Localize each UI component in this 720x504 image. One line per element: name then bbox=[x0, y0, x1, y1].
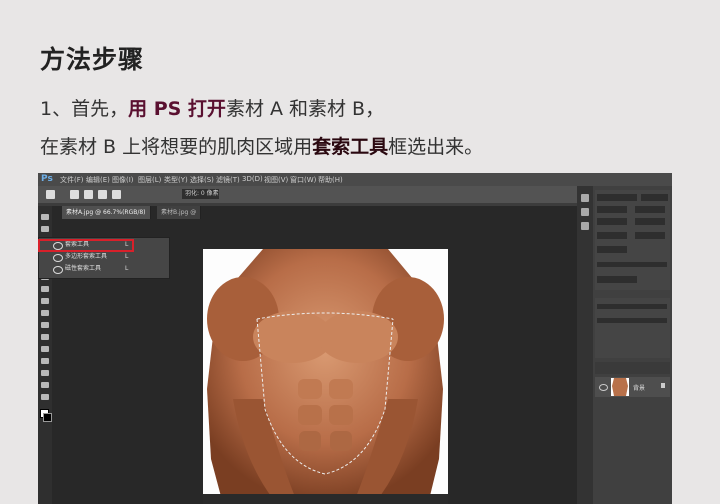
step-1-text: 1、首先，用 PS 打开素材 A 和素材 B， bbox=[40, 94, 384, 121]
menu-layer[interactable]: 图层(L) bbox=[138, 175, 161, 185]
menu-file[interactable]: 文件(F) bbox=[60, 175, 84, 185]
tab-material-a[interactable]: 素材A.jpg @ 66.7%(RGB/8) bbox=[62, 206, 151, 219]
step-2-prefix: 在素材 B 上将想要的肌肉区域用 bbox=[40, 136, 313, 158]
leading-field[interactable] bbox=[635, 206, 665, 213]
menu-type[interactable]: 类型(Y) bbox=[164, 175, 188, 185]
tab-material-b[interactable]: 素材B.jpg @ bbox=[157, 206, 202, 219]
lock-icon bbox=[661, 383, 665, 388]
kerning-field[interactable] bbox=[635, 218, 665, 225]
step-2-emphasis: 套索工具 bbox=[312, 136, 389, 158]
menu-edit[interactable]: 编辑(E) bbox=[86, 175, 110, 185]
font-family-field[interactable] bbox=[597, 194, 637, 201]
subtract-selection-icon[interactable] bbox=[98, 190, 107, 199]
layer-row-background[interactable]: 背景 bbox=[595, 377, 670, 397]
layers-panel-header bbox=[595, 362, 670, 374]
move-tool-icon[interactable] bbox=[41, 214, 49, 220]
right-panels: 背景 bbox=[577, 186, 672, 504]
layer-thumbnail bbox=[611, 378, 629, 396]
language-field[interactable] bbox=[597, 276, 637, 283]
photoshop-screenshot: Ps 文件(F) 编辑(E) 图像(I) 图层(L) 类型(Y) 选择(S) 滤… bbox=[38, 173, 672, 504]
lasso-preset-icon[interactable] bbox=[46, 190, 55, 199]
horizontal-scale-field[interactable] bbox=[635, 232, 665, 239]
vertical-scale-field[interactable] bbox=[597, 232, 627, 239]
font-style-field[interactable] bbox=[641, 194, 668, 201]
flyout-item-magnetic-lasso[interactable]: 磁性套索工具 L bbox=[39, 264, 167, 274]
menu-filter[interactable]: 滤镜(T) bbox=[216, 175, 240, 185]
flyout-item-label: 多边形套索工具 bbox=[65, 253, 108, 260]
intersect-selection-icon[interactable] bbox=[112, 190, 121, 199]
feather-field[interactable]: 羽化: 0 像素 bbox=[182, 189, 219, 199]
menu-view[interactable]: 视图(V) bbox=[264, 175, 288, 185]
paragraph-panel bbox=[595, 298, 670, 358]
font-size-field[interactable] bbox=[597, 206, 627, 213]
flyout-item-polygonal-lasso[interactable]: 多边形套索工具 L bbox=[39, 252, 167, 262]
eye-icon[interactable] bbox=[599, 384, 608, 391]
history-brush-tool-icon[interactable] bbox=[41, 322, 49, 328]
properties-panel-icon[interactable] bbox=[581, 222, 589, 230]
stamp-tool-icon[interactable] bbox=[41, 310, 49, 316]
menu-window[interactable]: 窗口(W) bbox=[290, 175, 316, 185]
type-tool-icon[interactable] bbox=[41, 382, 49, 388]
align-buttons[interactable] bbox=[597, 304, 667, 309]
menu-bar: Ps 文件(F) 编辑(E) 图像(I) 图层(L) 类型(Y) 选择(S) 滤… bbox=[38, 173, 672, 186]
gradient-tool-icon[interactable] bbox=[41, 346, 49, 352]
step-1-prefix: 1、首先， bbox=[40, 98, 129, 120]
flyout-item-shortcut: L bbox=[125, 265, 129, 272]
tracking-field[interactable] bbox=[597, 218, 627, 225]
flyout-item-label: 磁性套索工具 bbox=[65, 265, 102, 272]
pen-tool-icon[interactable] bbox=[41, 370, 49, 376]
healing-tool-icon[interactable] bbox=[41, 286, 49, 292]
history-panel-icon[interactable] bbox=[581, 194, 589, 202]
menu-image[interactable]: 图像(I) bbox=[112, 175, 134, 185]
eraser-tool-icon[interactable] bbox=[41, 334, 49, 340]
page-title: 方法步骤 bbox=[40, 45, 145, 74]
menu-3d[interactable]: 3D(D) bbox=[242, 175, 263, 183]
baseline-field[interactable] bbox=[597, 246, 627, 253]
dodge-tool-icon[interactable] bbox=[41, 358, 49, 364]
marquee-tool-icon[interactable] bbox=[41, 226, 49, 232]
polygonal-lasso-icon bbox=[53, 254, 63, 262]
muscle-torso-image bbox=[203, 249, 448, 504]
canvas-image[interactable] bbox=[203, 249, 448, 504]
indent-fields[interactable] bbox=[597, 318, 667, 323]
hand-tool-icon[interactable] bbox=[41, 394, 49, 400]
new-selection-icon[interactable] bbox=[70, 190, 79, 199]
text-style-buttons[interactable] bbox=[597, 262, 667, 267]
step-2-suffix: 框选出来。 bbox=[388, 136, 484, 158]
menu-help[interactable]: 帮助(H) bbox=[318, 175, 343, 185]
lasso-highlight-box bbox=[38, 239, 134, 252]
add-selection-icon[interactable] bbox=[84, 190, 93, 199]
background-color-swatch[interactable] bbox=[43, 413, 52, 422]
ps-logo: Ps bbox=[41, 174, 53, 184]
actions-panel-icon[interactable] bbox=[581, 208, 589, 216]
step-1-suffix: 素材 A 和素材 B， bbox=[225, 98, 385, 120]
step-2-text: 在素材 B 上将想要的肌肉区域用套索工具框选出来。 bbox=[40, 132, 483, 159]
magnetic-lasso-icon bbox=[53, 266, 63, 274]
layer-name: 背景 bbox=[633, 385, 646, 392]
brush-tool-icon[interactable] bbox=[41, 298, 49, 304]
step-1-emphasis: 用 PS 打开 bbox=[128, 98, 226, 120]
panel-icon-strip bbox=[577, 186, 593, 504]
menu-select[interactable]: 选择(S) bbox=[190, 175, 214, 185]
character-panel bbox=[595, 190, 670, 290]
flyout-item-shortcut: L bbox=[125, 253, 129, 260]
